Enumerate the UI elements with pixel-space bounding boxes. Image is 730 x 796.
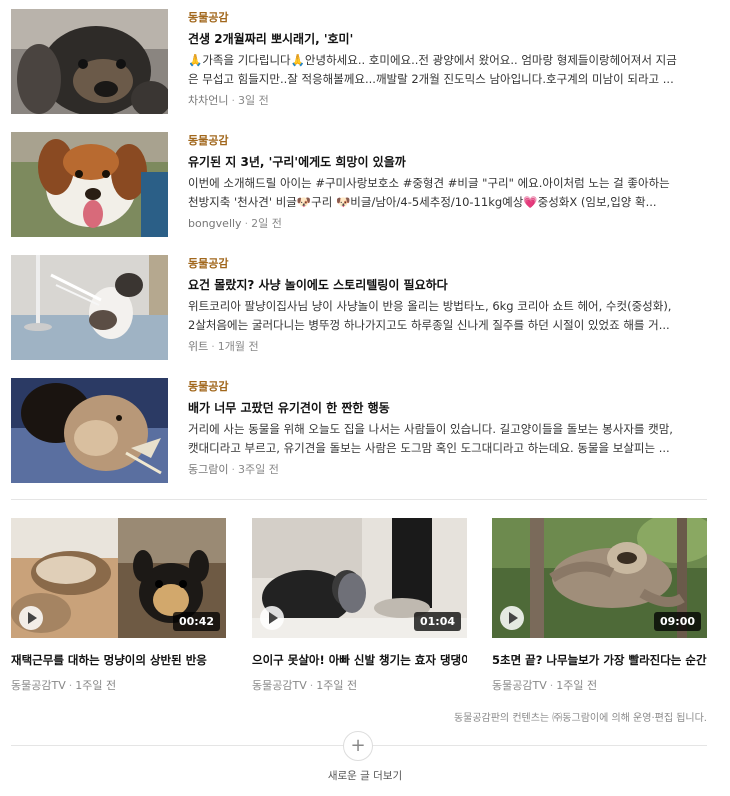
video-author: 동물공감TV (11, 679, 66, 692)
article-description[interactable]: 이번에 소개해드릴 아이는 #구미사랑보호소 #중형견 #비글 "구리" 에요.… (188, 174, 678, 212)
article-time: 3주일 전 (237, 463, 279, 476)
article-thumbnail[interactable] (11, 378, 168, 483)
article-meta: 차차언니 · 3일 전 (188, 94, 678, 108)
article-author: 위트 (188, 340, 209, 353)
article-description[interactable]: 🙏가족을 기다립니다🙏안녕하세요.. 호미에요..전 광양에서 왔어요.. 엄마… (188, 51, 678, 89)
play-icon[interactable] (260, 606, 284, 630)
video-time: 1주일 전 (316, 679, 358, 692)
load-more-label[interactable]: 새로운 글 더보기 (0, 769, 730, 783)
article-meta: bongvelly · 2일 전 (188, 217, 678, 231)
article-item[interactable]: 동물공감 견생 2개월짜리 뽀시래기, '호미' 🙏가족을 기다립니다🙏안녕하세… (11, 9, 711, 116)
article-category[interactable]: 동물공감 (188, 380, 678, 394)
article-title[interactable]: 배가 너무 고팠던 유기견이 한 짠한 행동 (188, 400, 678, 416)
article-thumbnail[interactable] (11, 132, 168, 237)
meta-separator: · (68, 679, 73, 692)
meta-separator: · (211, 340, 215, 353)
article-category[interactable]: 동물공감 (188, 257, 678, 271)
video-author: 동물공감TV (492, 679, 547, 692)
section-divider (11, 499, 707, 500)
video-thumbnail[interactable]: 00:42 (11, 518, 226, 638)
article-title[interactable]: 요건 몰랐지? 사냥 놀이에도 스토리텔링이 필요하다 (188, 277, 678, 293)
article-author: 차차언니 (188, 94, 229, 107)
article-title[interactable]: 견생 2개월짜리 뽀시래기, '호미' (188, 31, 678, 47)
play-icon[interactable] (19, 606, 43, 630)
video-author: 동물공감TV (252, 679, 307, 692)
video-meta: 동물공감TV · 1주일 전 (492, 679, 707, 693)
video-thumbnail[interactable]: 01:04 (252, 518, 467, 638)
video-title[interactable]: 5초면 끝? 나무늘보가 가장 빨라진다는 순간 (492, 652, 707, 668)
play-icon[interactable] (500, 606, 524, 630)
video-thumbnail[interactable]: 09:00 (492, 518, 707, 638)
content-credit-note: 동물공감판의 컨텐츠는 ㈜동그람이에 의해 운영·편집 됩니다. (453, 713, 707, 724)
article-thumbnail[interactable] (11, 9, 168, 114)
article-author: 동그람이 (188, 463, 229, 476)
meta-separator: · (244, 217, 249, 230)
video-item[interactable]: 00:42 재택근무를 대하는 멍냥이의 상반된 반응 동물공감TV · 1주일 전 (11, 518, 226, 693)
video-list: 00:42 재택근무를 대하는 멍냥이의 상반된 반응 동물공감TV · 1주일 전… (11, 518, 711, 693)
meta-separator: · (231, 463, 235, 476)
video-title[interactable]: 으이구 못살아! 아빠 신발 챙기는 효자 댕댕이 (252, 652, 467, 668)
article-description[interactable]: 거리에 사는 동물을 위해 오늘도 집을 나서는 사람들이 있습니다. 길고양이… (188, 420, 678, 458)
article-item[interactable]: 동물공감 배가 너무 고팠던 유기견이 한 짠한 행동 거리에 사는 동물을 위… (11, 378, 711, 485)
video-meta: 동물공감TV · 1주일 전 (252, 679, 467, 693)
video-item[interactable]: 09:00 5초면 끝? 나무늘보가 가장 빨라진다는 순간 동물공감TV · 1주… (492, 518, 707, 693)
article-category[interactable]: 동물공감 (188, 11, 678, 25)
video-duration: 09:00 (653, 612, 701, 631)
meta-separator: · (231, 94, 235, 107)
article-title[interactable]: 유기된 지 3년, '구리'에게도 희망이 있을까 (188, 154, 678, 170)
video-duration: 00:42 (172, 612, 220, 631)
video-item[interactable]: 01:04 으이구 못살아! 아빠 신발 챙기는 효자 댕댕이 동물공감TV · 1… (252, 518, 467, 693)
article-meta: 위트 · 1개월 전 (188, 340, 678, 354)
article-category[interactable]: 동물공감 (188, 134, 678, 148)
article-item[interactable]: 동물공감 요건 몰랐지? 사냥 놀이에도 스토리텔링이 필요하다 위트코리아 팔… (11, 255, 711, 362)
video-meta: 동물공감TV · 1주일 전 (11, 679, 226, 693)
video-title[interactable]: 재택근무를 대하는 멍냥이의 상반된 반응 (11, 652, 226, 668)
meta-separator: · (549, 679, 554, 692)
meta-separator: · (309, 679, 314, 692)
plus-icon: + (350, 735, 366, 756)
article-meta: 동그람이 · 3주일 전 (188, 463, 678, 477)
article-author: bongvelly (188, 217, 242, 230)
video-time: 1주일 전 (556, 679, 598, 692)
article-item[interactable]: 동물공감 유기된 지 3년, '구리'에게도 희망이 있을까 이번에 소개해드릴… (11, 132, 711, 239)
video-time: 1주일 전 (75, 679, 117, 692)
video-duration: 01:04 (413, 612, 461, 631)
load-more-button[interactable]: + (343, 731, 373, 761)
article-time: 1개월 전 (217, 340, 259, 353)
article-time: 2일 전 (251, 217, 282, 230)
article-time: 3일 전 (237, 94, 269, 107)
article-thumbnail[interactable] (11, 255, 168, 360)
article-description[interactable]: 위트코리아 팔냥이집사님 냥이 사냥놀이 반응 올리는 방법타노, 6kg 코리… (188, 297, 678, 335)
